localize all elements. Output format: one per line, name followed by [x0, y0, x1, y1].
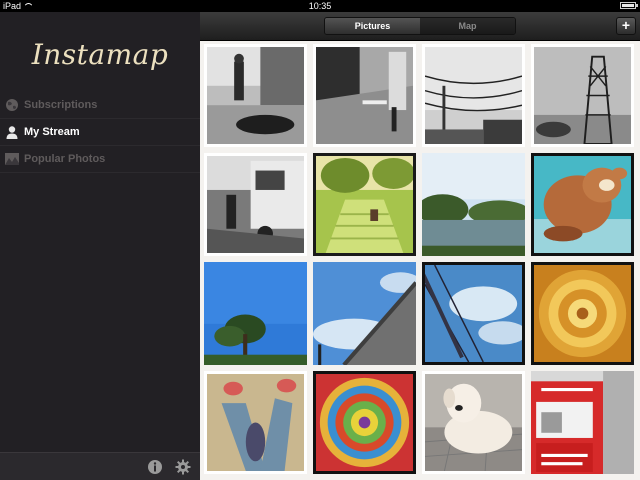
sidebar-item-label: Subscriptions	[24, 99, 98, 111]
photo-thumbnail[interactable]	[531, 153, 634, 256]
tab-map[interactable]: Map	[420, 18, 515, 34]
photo-thumbnail[interactable]	[313, 44, 416, 147]
photo-thumbnail[interactable]	[204, 153, 307, 256]
photo-thumbnail[interactable]	[204, 262, 307, 365]
photo-thumbnail[interactable]	[422, 44, 525, 147]
photo-thumbnail[interactable]	[422, 371, 525, 474]
status-time: 10:35	[308, 1, 332, 11]
photo-thumbnail[interactable]	[313, 371, 416, 474]
photo-thumbnail[interactable]	[531, 262, 634, 365]
sidebar-item-label: My Stream	[24, 126, 80, 138]
info-icon[interactable]	[147, 459, 163, 475]
sidebar-item-label: Popular Photos	[24, 153, 106, 165]
photo-thumbnail[interactable]	[313, 262, 416, 365]
top-toolbar: Pictures Map +	[200, 12, 640, 41]
sidebar-item-popular-photos[interactable]: Popular Photos	[0, 146, 200, 173]
app-logo: Instamap	[31, 38, 169, 71]
photo-thumbnail[interactable]	[531, 371, 634, 474]
sidebar-footer	[0, 452, 200, 480]
globe-icon	[4, 97, 20, 113]
photo-thumbnail[interactable]	[313, 153, 416, 256]
status-bar: iPad 10:35	[0, 0, 640, 12]
add-button[interactable]: +	[616, 17, 636, 35]
sidebar-item-subscriptions[interactable]: Subscriptions	[0, 92, 200, 119]
sidebar-nav: Subscriptions My Stream Popular Photos	[0, 92, 200, 173]
photo-thumbnail[interactable]	[422, 153, 525, 256]
photo-grid	[200, 41, 640, 480]
tab-pictures[interactable]: Pictures	[325, 18, 420, 34]
photo-thumbnail[interactable]	[531, 44, 634, 147]
sidebar-item-my-stream[interactable]: My Stream	[0, 119, 200, 146]
sidebar: Instamap Subscriptions My Stream Popular…	[0, 12, 200, 480]
photo-thumbnail[interactable]	[422, 262, 525, 365]
landscape-icon	[4, 151, 20, 167]
person-icon	[4, 124, 20, 140]
battery-icon	[620, 2, 638, 9]
photo-thumbnail[interactable]	[204, 371, 307, 474]
photo-thumbnail[interactable]	[204, 44, 307, 147]
view-segmented-control: Pictures Map	[324, 17, 516, 35]
gear-icon[interactable]	[175, 459, 191, 475]
